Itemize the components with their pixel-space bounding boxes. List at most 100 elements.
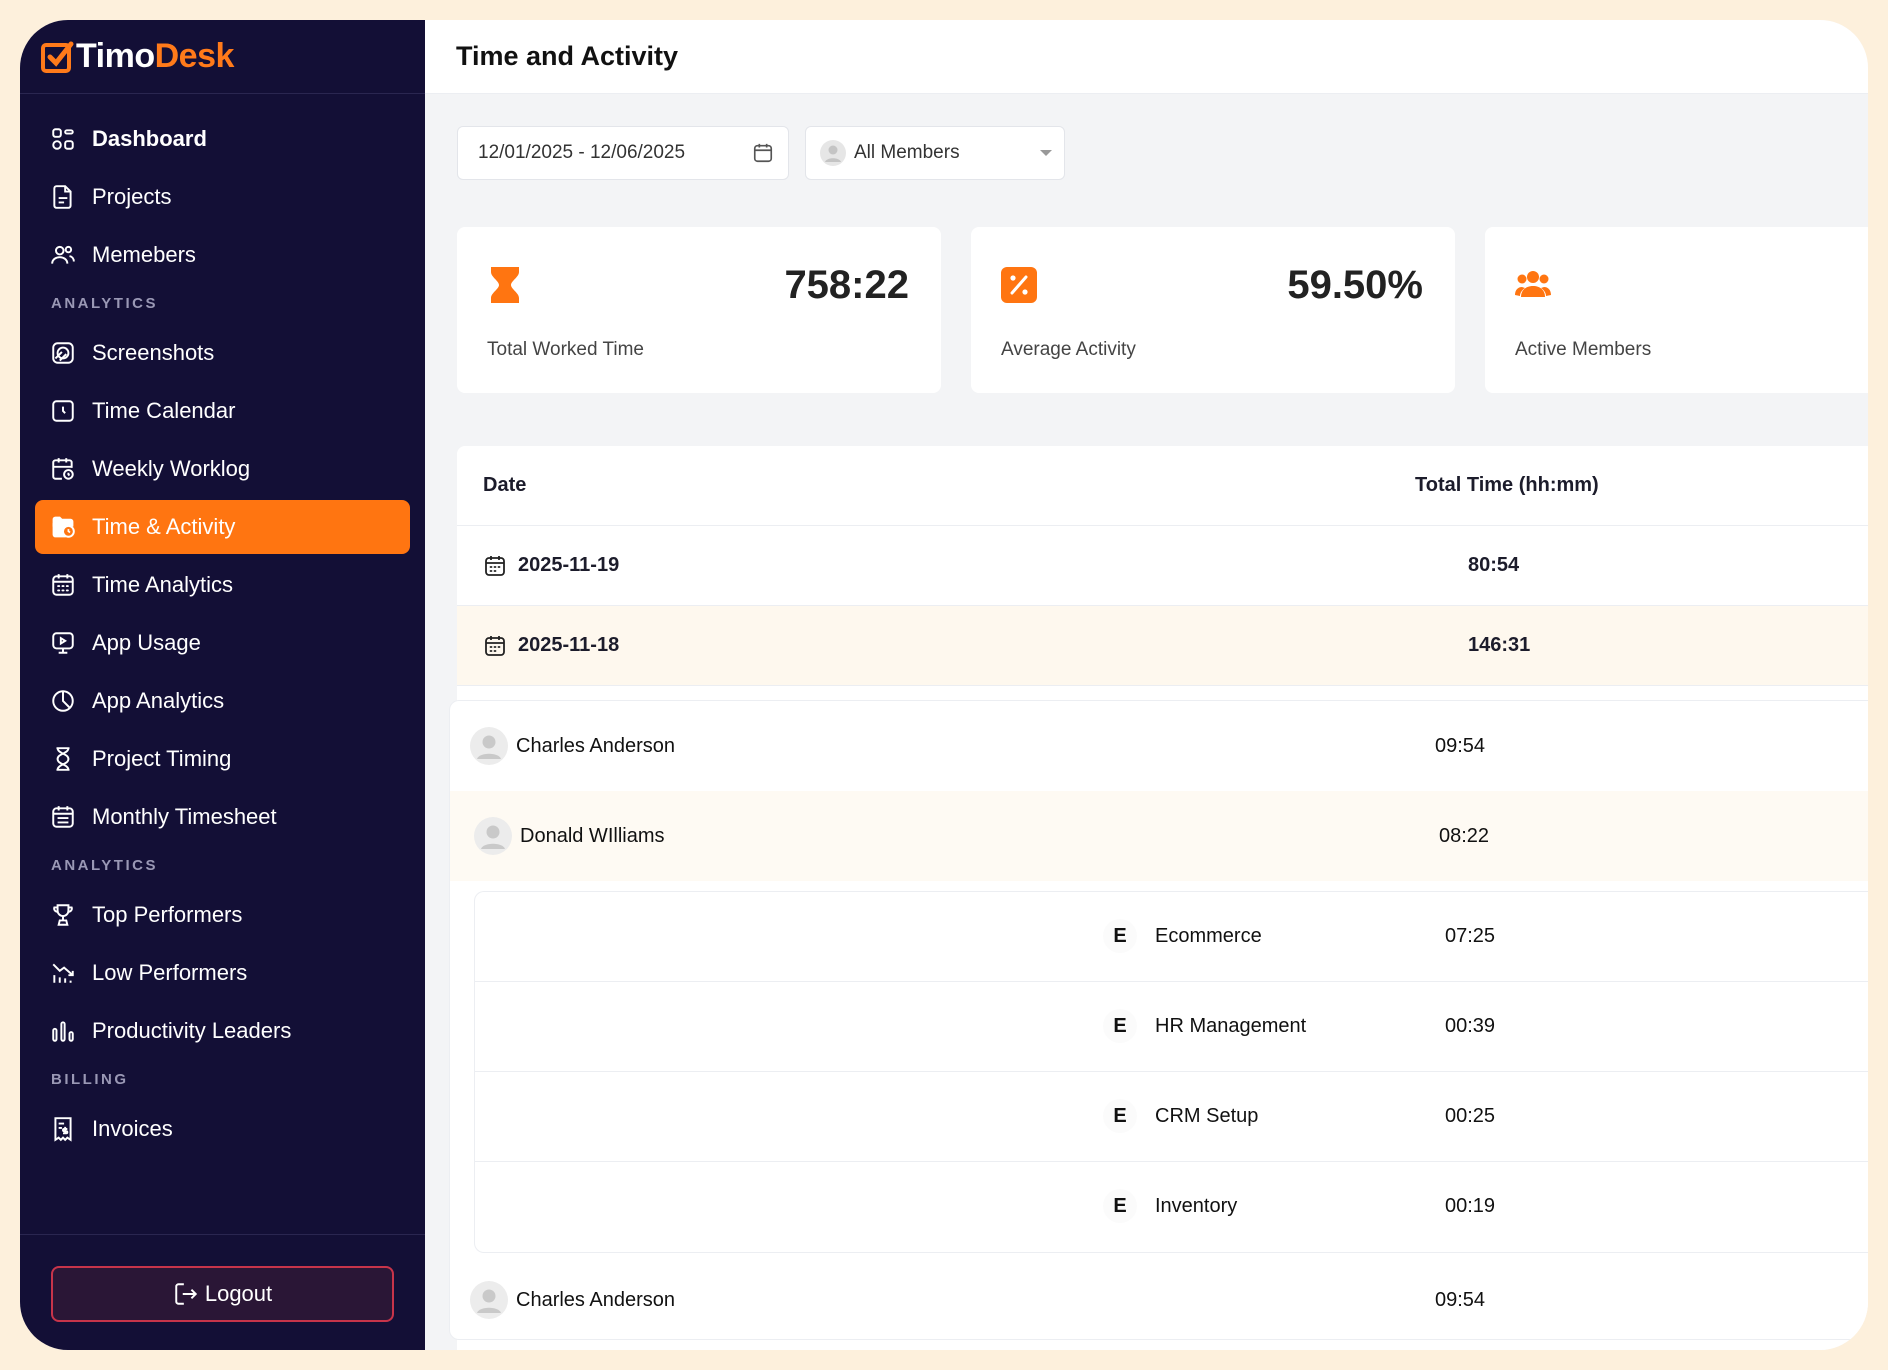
hourglass-icon <box>491 267 519 303</box>
table-row[interactable]: E HR Management 00:39 <box>475 982 1868 1072</box>
sidebar-item-label: Time & Activity <box>92 514 236 539</box>
row-total-time: 80:54 <box>1468 554 1520 576</box>
sidebar-footer: Logout <box>20 1234 425 1350</box>
avatar-icon <box>820 140 846 166</box>
sidebar-item-label: Productivity Leaders <box>92 1018 292 1043</box>
table-row[interactable]: E CRM Setup 00:25 <box>475 1072 1868 1162</box>
sidebar-item-time-activity[interactable]: Time & Activity <box>35 500 410 554</box>
sidebar-item-label: Invoices <box>92 1116 173 1141</box>
table-row[interactable]: E Ecommerce 07:25 <box>475 892 1868 982</box>
sidebar-item-invoices[interactable]: Invoices <box>35 1102 410 1156</box>
stat-card-active-members: Active Members <box>1485 227 1868 393</box>
logo-text-part1: Timo <box>76 37 155 75</box>
monitor-play-icon <box>52 632 74 654</box>
sidebar-item-app-usage[interactable]: App Usage <box>35 616 410 670</box>
member-time: 08:22 <box>1439 824 1490 847</box>
row-total-time: 146:31 <box>1468 634 1531 656</box>
stat-value: 758:22 <box>784 263 909 307</box>
logout-label: Logout <box>204 1281 273 1306</box>
invoice-icon <box>54 1117 72 1142</box>
column-header-date[interactable]: Date <box>483 474 526 497</box>
list-item[interactable]: Donald WIlliams 08:22 <box>450 791 1868 881</box>
chevron-down-icon <box>1040 150 1052 156</box>
document-icon <box>53 185 72 209</box>
screenshot-icon <box>52 342 74 364</box>
table-header: Date Total Time (hh:mm) <box>457 446 1868 526</box>
sidebar-item-label: Time Analytics <box>92 572 234 597</box>
avatar <box>470 727 508 765</box>
section-header-billing: BILLING <box>51 1071 129 1088</box>
sidebar-item-screenshots[interactable]: Screenshots <box>35 326 410 380</box>
stat-label: Active Members <box>1515 339 1652 360</box>
member-name: Donald WIlliams <box>520 824 665 847</box>
logo-check-icon <box>41 41 74 73</box>
project-name: Inventory <box>1155 1195 1238 1217</box>
stat-card-total-time: 758:22 Total Worked Time <box>457 227 941 393</box>
list-item[interactable]: Charles Anderson 09:54 <box>450 1255 1868 1345</box>
project-badge: E <box>1103 1009 1137 1043</box>
section-header-analytics: ANALYTICS <box>51 857 158 874</box>
project-name: CRM Setup <box>1155 1105 1259 1127</box>
sidebar-item-label: Top Performers <box>92 902 243 927</box>
sidebar-item-members[interactable]: Memebers <box>35 228 410 282</box>
logo-text: TimoDesk <box>76 37 234 76</box>
sidebar-item-time-analytics[interactable]: Time Analytics <box>35 558 410 612</box>
stat-card-average-activity: 59.50% Average Activity <box>971 227 1455 393</box>
member-breakdown: Charles Anderson 09:54 Donald WIlliams 0… <box>449 700 1868 1340</box>
filter-bar: 12/01/2025 - 12/06/2025 All Members <box>457 126 1065 180</box>
calendar-grid-icon <box>52 806 74 828</box>
avatar <box>470 1281 508 1319</box>
project-time: 00:19 <box>1445 1195 1496 1217</box>
logo[interactable]: TimoDesk <box>20 20 425 94</box>
table-row[interactable]: E Inventory 00:19 <box>475 1162 1868 1252</box>
project-name: HR Management <box>1155 1015 1307 1037</box>
date-range-picker[interactable]: 12/01/2025 - 12/06/2025 <box>457 126 789 180</box>
project-breakdown: E Ecommerce 07:25 E HR Management 00:39 … <box>474 891 1868 1253</box>
sidebar-item-top-performers[interactable]: Top Performers <box>35 888 410 942</box>
stat-label: Total Worked Time <box>487 339 644 360</box>
sidebar-item-time-calendar[interactable]: Time Calendar <box>35 384 410 438</box>
member-time: 09:54 <box>1435 734 1486 757</box>
sidebar-item-label: Memebers <box>92 242 196 267</box>
sidebar-item-project-timing[interactable]: Project Timing <box>35 732 410 786</box>
column-header-total-time[interactable]: Total Time (hh:mm) <box>1415 474 1599 497</box>
sidebar-item-productivity-leaders[interactable]: Productivity Leaders <box>35 1004 410 1058</box>
member-name: Charles Anderson <box>516 734 675 757</box>
users-icon <box>1515 271 1551 297</box>
member-name: Charles Anderson <box>516 1288 675 1311</box>
sidebar-nav: Dashboard Projects Memebers ANALYTICS Sc… <box>20 94 425 1156</box>
sidebar-item-label: Screenshots <box>92 340 215 365</box>
member-select[interactable]: All Members <box>805 126 1065 180</box>
calendar-icon <box>485 635 505 656</box>
project-time: 07:25 <box>1445 925 1496 947</box>
logout-button[interactable]: Logout <box>51 1266 394 1322</box>
sidebar-item-monthly-timesheet[interactable]: Monthly Timesheet <box>35 790 410 844</box>
trophy-icon <box>53 904 73 926</box>
sidebar-item-low-performers[interactable]: Low Performers <box>35 946 410 1000</box>
sidebar-item-projects[interactable]: Projects <box>35 170 410 224</box>
row-date: 2025-11-18 <box>518 634 620 656</box>
project-badge: E <box>1103 1099 1137 1133</box>
stat-label: Average Activity <box>1001 339 1136 360</box>
table-row[interactable]: 2025-11-19 80:54 <box>457 526 1868 606</box>
clock-calendar-icon <box>52 400 74 422</box>
sidebar-item-label: Weekly Worklog <box>92 456 251 481</box>
member-select-value: All Members <box>854 142 960 163</box>
table-row[interactable]: 2025-11-18 146:31 <box>457 606 1868 686</box>
sidebar-item-app-analytics[interactable]: App Analytics <box>35 674 410 728</box>
list-item[interactable]: Charles Anderson 09:54 <box>450 701 1868 791</box>
logout-icon <box>175 1283 197 1305</box>
chart-down-icon <box>52 963 74 983</box>
calendar-clock-icon <box>52 458 74 480</box>
hourglass-icon <box>56 747 70 771</box>
row-date: 2025-11-19 <box>518 554 620 576</box>
sidebar-item-weekly-worklog[interactable]: Weekly Worklog <box>35 442 410 496</box>
users-icon <box>51 245 75 264</box>
percent-icon <box>1001 267 1037 303</box>
sidebar-item-label: Time Calendar <box>92 398 236 423</box>
folder-clock-icon <box>52 516 75 538</box>
sidebar-item-dashboard[interactable]: Dashboard <box>35 112 410 166</box>
sidebar-item-label: App Usage <box>92 630 201 655</box>
topbar: Time and Activity <box>425 20 1868 94</box>
project-name: Ecommerce <box>1155 925 1262 947</box>
